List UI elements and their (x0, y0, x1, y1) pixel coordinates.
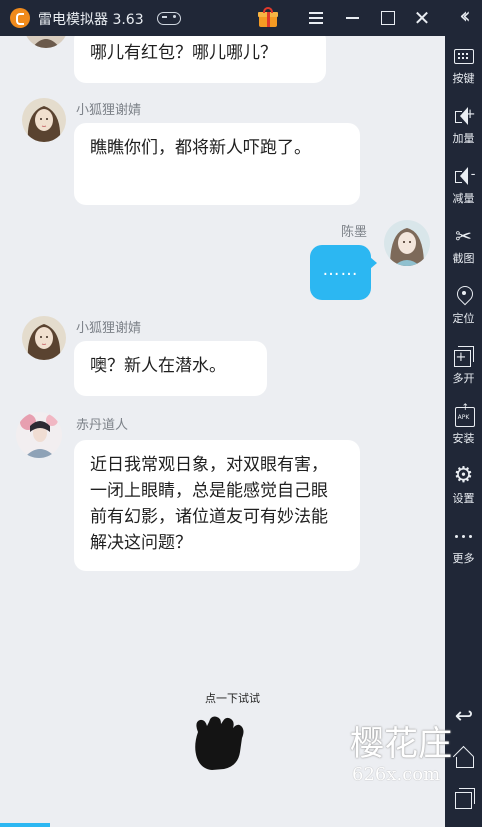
volume-down-icon: - (453, 165, 476, 187)
maximize-icon[interactable] (376, 6, 400, 30)
more-button[interactable]: 更多 (445, 525, 482, 581)
tool-label: 定位 (452, 312, 475, 325)
gamepad-icon[interactable] (157, 12, 181, 25)
tap-hand-icon[interactable] (188, 712, 248, 772)
app-title: 雷电模拟器 3.63 (38, 12, 144, 28)
title-bar: 雷电模拟器 3.63 ✕ ‹‹ (0, 0, 482, 36)
location-button[interactable]: 定位 (445, 285, 482, 341)
avatar[interactable] (22, 316, 66, 360)
avatar[interactable] (22, 98, 66, 142)
sender-name: 小狐狸谢婧 (76, 103, 142, 118)
gift-icon[interactable] (258, 7, 278, 27)
avatar[interactable] (24, 36, 68, 48)
chat-area[interactable]: 哪儿有红包？哪儿哪儿？ 小狐狸谢婧 瞧瞧你们，都将新人吓跑了。 陈墨 …… 小狐… (0, 36, 445, 827)
back-icon[interactable]: ↩ (452, 706, 476, 730)
tool-label: 安装 (452, 432, 475, 445)
message-text: …… (322, 260, 359, 280)
tool-label: 多开 (452, 372, 475, 385)
tool-label: 减量 (452, 192, 475, 205)
message-text: 噢？新人在潜水。 (90, 356, 226, 376)
scissors-icon: ✂ (455, 224, 472, 248)
volume-up-button[interactable]: + 加量 (445, 105, 482, 161)
tap-hint-label: 点一下试试 (205, 692, 260, 705)
recent-apps-icon[interactable] (452, 786, 476, 810)
volume-up-icon: + (453, 105, 476, 127)
menu-icon[interactable] (304, 6, 328, 30)
message-bubble[interactable]: 瞧瞧你们，都将新人吓跑了。 (74, 123, 360, 205)
location-pin-icon (453, 285, 475, 307)
home-icon[interactable] (452, 746, 476, 770)
message-text: 哪儿有红包？哪儿哪儿？ (90, 43, 277, 63)
avatar[interactable] (384, 220, 430, 266)
sender-name: 小狐狸谢婧 (76, 321, 142, 336)
sender-name: 陈墨 (341, 225, 368, 240)
close-icon[interactable]: ✕ (410, 6, 434, 30)
message-text: 瞧瞧你们，都将新人吓跑了。 (90, 138, 311, 158)
tool-label: 截图 (452, 252, 475, 265)
keyboard-mapping-button[interactable]: 按键 (445, 45, 482, 101)
message-text: 近日我常观日象，对双眼有害，一闭上眼睛，总是能感觉自己眼前有幻影，诸位道友可有妙… (90, 455, 328, 553)
progress-bar (0, 823, 50, 827)
side-toolbar: 按键 + 加量 - 减量 ✂ 截图 定位 + 多开 ↑ APK 安装 ⚙ 设置 更… (445, 36, 482, 827)
gear-icon: ⚙ (453, 463, 474, 488)
message-bubble[interactable]: 哪儿有红包？哪儿哪儿？ (74, 36, 326, 83)
minimize-icon[interactable] (340, 6, 364, 30)
volume-down-button[interactable]: - 减量 (445, 165, 482, 221)
screenshot-button[interactable]: ✂ 截图 (445, 225, 482, 281)
avatar[interactable] (16, 412, 62, 458)
app-logo-icon (10, 8, 30, 28)
tool-label: 按键 (452, 72, 475, 85)
settings-button[interactable]: ⚙ 设置 (445, 465, 482, 521)
message-bubble[interactable]: 噢？新人在潜水。 (74, 341, 267, 396)
sender-name: 赤丹道人 (76, 418, 129, 433)
multi-window-icon: + (453, 345, 475, 367)
tool-label: 更多 (452, 552, 475, 565)
install-apk-button[interactable]: ↑ APK 安装 (445, 403, 482, 461)
tool-label: 设置 (452, 492, 475, 505)
more-icon (453, 525, 475, 547)
apk-install-icon: ↑ APK (453, 403, 475, 427)
message-bubble-outgoing[interactable]: …… (310, 245, 377, 300)
tool-label: 加量 (452, 132, 475, 145)
message-bubble[interactable]: 近日我常观日象，对双眼有害，一闭上眼睛，总是能感觉自己眼前有幻影，诸位道友可有妙… (74, 440, 360, 571)
collapse-sidebar-icon[interactable]: ‹‹ (447, 6, 477, 30)
multi-instance-button[interactable]: + 多开 (445, 345, 482, 401)
keyboard-icon (453, 45, 475, 67)
